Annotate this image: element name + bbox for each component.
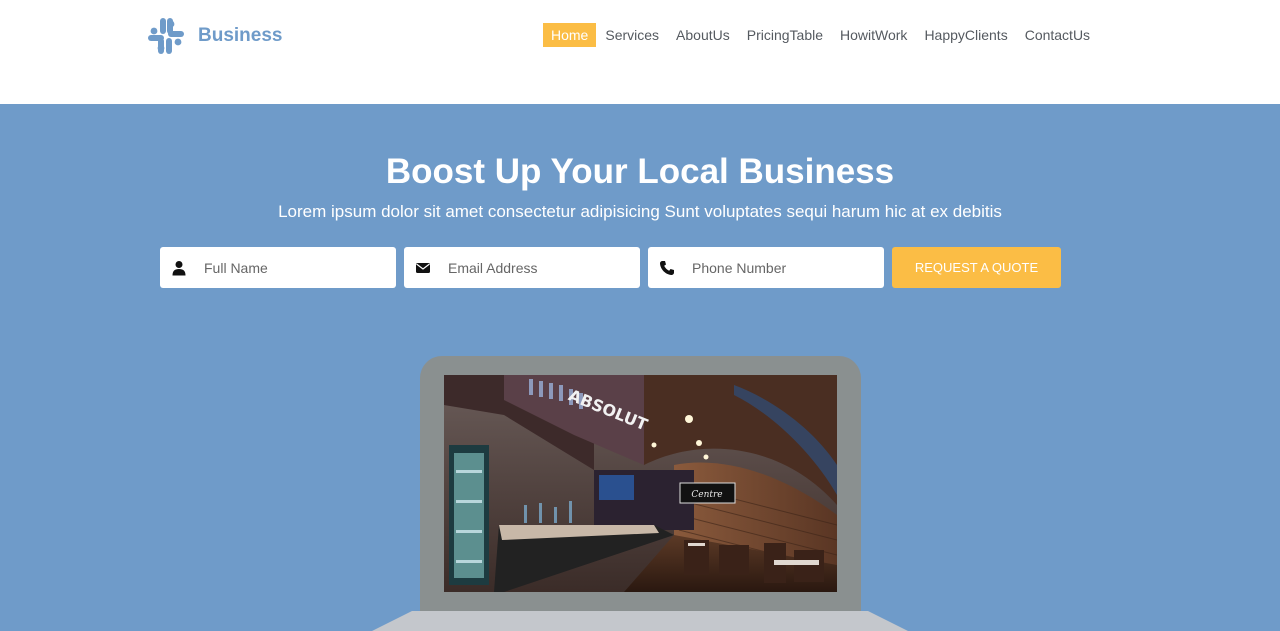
hero-title: Boost Up Your Local Business: [385, 152, 895, 191]
nav-item-services[interactable]: Services: [597, 23, 667, 47]
main-nav: Home Services AboutUs PricingTable Howit…: [543, 23, 1099, 47]
envelope-icon: [416, 262, 430, 273]
restaurant-interior-image: Centre ABSOLUT: [444, 375, 837, 592]
laptop-screen: Centre ABSOLUT: [444, 375, 837, 592]
laptop-mockup: Centre ABSOLUT: [420, 356, 861, 616]
centre-neon-sign: Centre: [691, 490, 722, 500]
email-input[interactable]: [448, 259, 628, 276]
brand[interactable]: Business: [146, 16, 282, 56]
hero-subtitle: Lorem ipsum dolor sit amet consectetur a…: [278, 202, 1002, 221]
phone-input[interactable]: [692, 259, 872, 276]
quote-form: REQUEST A QUOTE: [160, 247, 1061, 288]
brand-logo-icon: [148, 18, 184, 54]
email-field: [404, 247, 640, 288]
nav-item-home[interactable]: Home: [543, 23, 597, 47]
request-quote-button[interactable]: REQUEST A QUOTE: [892, 247, 1061, 288]
user-icon: [172, 260, 186, 275]
phone-field: [648, 247, 884, 288]
brand-name: Business: [198, 25, 283, 46]
laptop-base: [372, 611, 908, 631]
full-name-field: [160, 247, 396, 288]
phone-icon: [660, 260, 674, 275]
nav-item-howitwork[interactable]: HowitWork: [832, 23, 915, 47]
nav-item-contactus[interactable]: ContactUs: [1017, 23, 1098, 47]
site-header: Business Home Services AboutUs PricingTa…: [0, 0, 1280, 104]
nav-item-aboutus[interactable]: AboutUs: [668, 23, 738, 47]
nav-item-happyclients[interactable]: HappyClients: [916, 23, 1015, 47]
nav-item-pricingtable[interactable]: PricingTable: [739, 23, 831, 47]
full-name-input[interactable]: [204, 259, 384, 276]
